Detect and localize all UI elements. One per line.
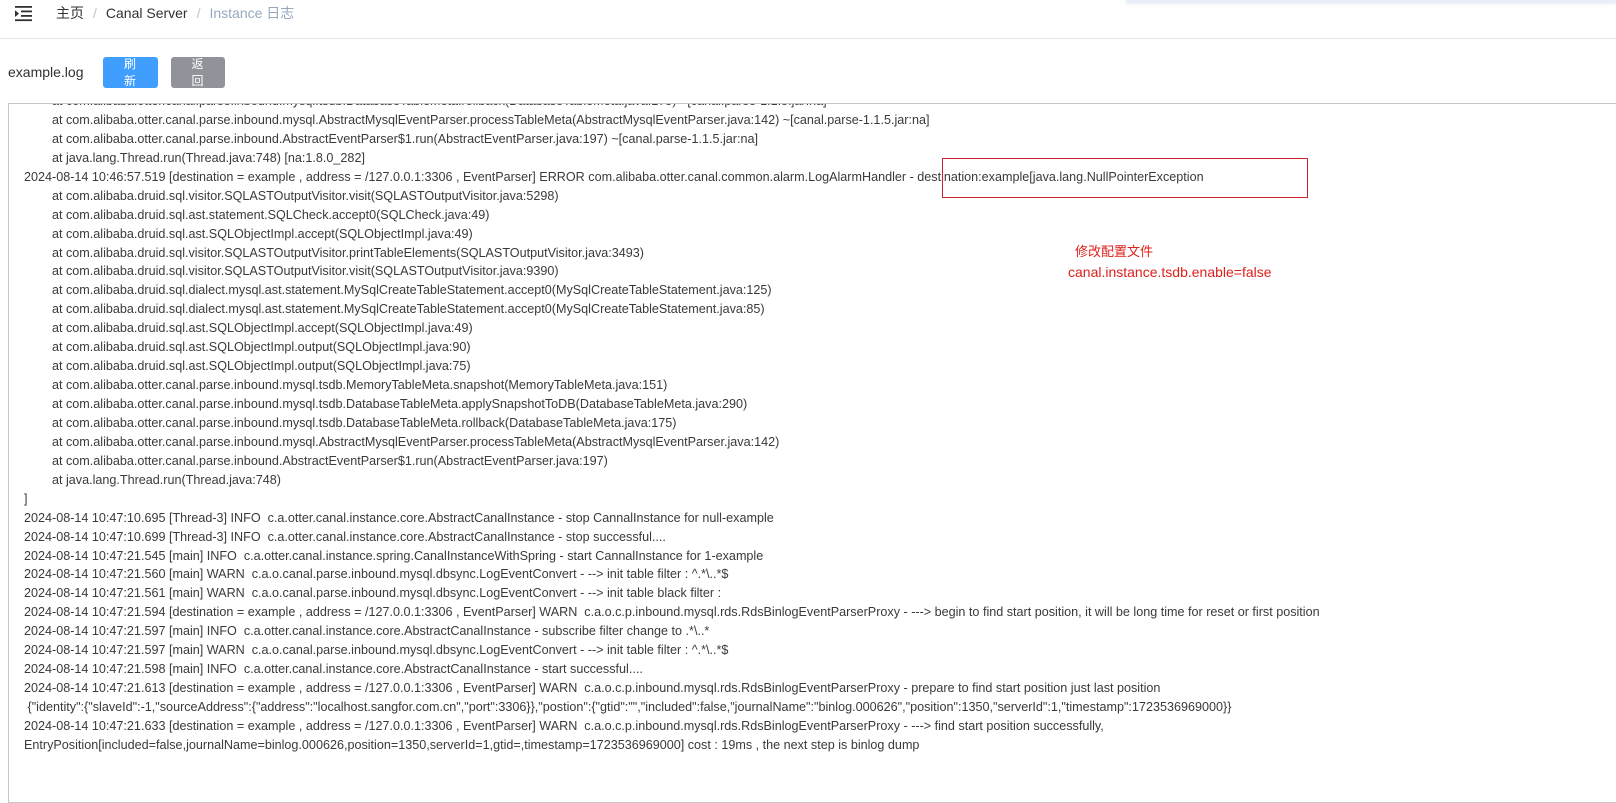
log-line: at com.alibaba.druid.sql.dialect.mysql.a…	[24, 283, 772, 298]
hamburger-menu-icon[interactable]	[14, 4, 34, 22]
log-line: 2024-08-14 10:46:57.519 [destination = e…	[24, 169, 1204, 184]
log-line: at com.alibaba.otter.canal.parse.inbound…	[24, 453, 608, 468]
log-line: at com.alibaba.druid.sql.ast.SQLObjectIm…	[24, 321, 473, 336]
log-line: EntryPosition[included=false,journalName…	[24, 737, 920, 752]
annotation-note-title: 修改配置文件	[1075, 244, 1154, 259]
log-line: at com.alibaba.druid.sql.ast.statement.S…	[24, 207, 490, 222]
log-line: at com.alibaba.otter.canal.parse.inbound…	[24, 415, 677, 430]
log-line: 2024-08-14 10:47:21.545 [main] INFO c.a.…	[24, 548, 764, 563]
log-line: at com.alibaba.druid.sql.visitor.SQLASTO…	[24, 188, 559, 203]
log-line: at com.alibaba.druid.sql.ast.SQLObjectIm…	[24, 340, 471, 355]
log-text: at com.alibaba.otter.canal.parse.inbound…	[24, 104, 1320, 755]
breadcrumb-separator: /	[196, 5, 201, 21]
log-line: 2024-08-14 10:47:10.695 [Thread-3] INFO …	[24, 510, 774, 525]
top-navbar: 主页 / Canal Server / Instance 日志	[0, 0, 1616, 39]
log-line: at java.lang.Thread.run(Thread.java:748)…	[24, 150, 365, 165]
log-line: at com.alibaba.otter.canal.parse.inbound…	[24, 434, 780, 449]
breadcrumb-current: Instance 日志	[209, 5, 295, 21]
log-line: at com.alibaba.otter.canal.parse.inbound…	[24, 104, 1320, 111]
log-line: 2024-08-14 10:47:21.598 [main] INFO c.a.…	[24, 662, 643, 677]
log-line: at com.alibaba.otter.canal.parse.inbound…	[24, 397, 748, 411]
breadcrumb-home[interactable]: 主页	[56, 3, 84, 23]
breadcrumb-canal-server[interactable]: Canal Server	[106, 3, 188, 23]
log-line: 2024-08-14 10:47:21.597 [main] WARN c.a.…	[24, 643, 729, 658]
log-line: 2024-08-14 10:47:21.561 [main] WARN c.a.…	[24, 586, 722, 601]
log-line: 2024-08-14 10:47:10.699 [Thread-3] INFO …	[24, 529, 666, 544]
log-line: 2024-08-14 10:47:21.613 [destination = e…	[24, 681, 1161, 696]
breadcrumb: 主页 / Canal Server / Instance 日志	[56, 3, 294, 23]
log-line: at com.alibaba.druid.sql.ast.SQLObjectIm…	[24, 359, 471, 374]
log-line: 2024-08-14 10:47:21.597 [main] INFO c.a.…	[24, 624, 710, 639]
log-line: at com.alibaba.otter.canal.parse.inbound…	[24, 378, 668, 393]
breadcrumb-separator: /	[93, 5, 97, 21]
log-line: 2024-08-14 10:47:21.560 [main] WARN c.a.…	[24, 567, 729, 582]
log-viewer[interactable]: at com.alibaba.otter.canal.parse.inbound…	[8, 103, 1616, 803]
log-line: ]	[24, 491, 28, 506]
back-button[interactable]: 返回	[170, 56, 225, 88]
annotation-config-value: canal.instance.tsdb.enable=false	[1068, 264, 1272, 280]
log-line: at java.lang.Thread.run(Thread.java:748)	[24, 472, 281, 487]
log-line: {"identity":{"slaveId":-1,"sourceAddress…	[24, 700, 1232, 714]
top-right-bar	[1126, 0, 1616, 3]
log-line: at com.alibaba.druid.sql.dialect.mysql.a…	[24, 302, 765, 317]
log-line: 2024-08-14 10:47:21.633 [destination = e…	[24, 718, 1104, 733]
log-toolbar: example.log 刷新 返回	[8, 56, 225, 88]
log-line: 2024-08-14 10:47:21.594 [destination = e…	[24, 605, 1320, 620]
log-line: at com.alibaba.otter.canal.parse.inbound…	[24, 131, 758, 146]
refresh-button[interactable]: 刷新	[102, 56, 158, 88]
log-line: at com.alibaba.otter.canal.parse.inbound…	[24, 112, 930, 127]
log-filename: example.log	[8, 64, 84, 80]
